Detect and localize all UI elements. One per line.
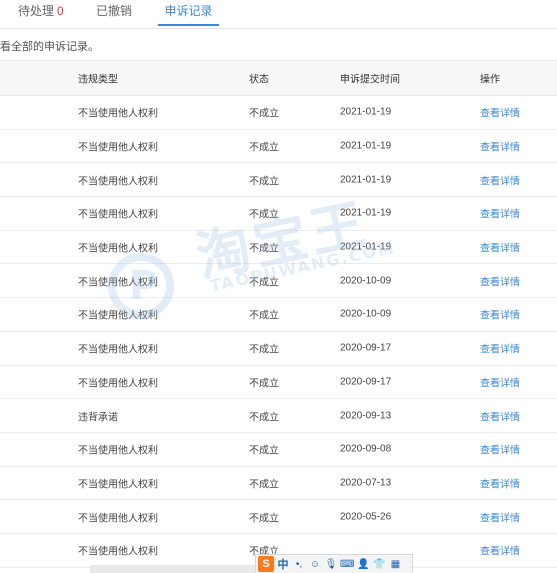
table-row: 违背承诺 不成立 2020-09-13 查看详情	[0, 399, 557, 433]
tab-revoked-label: 已撤销	[96, 4, 133, 18]
table-row: 不当使用他人权利 不成立 2020-05-26 查看详情	[0, 500, 557, 534]
status-cell: 不成立	[249, 176, 279, 188]
submit-time-cell: 2021-01-19	[340, 241, 392, 253]
submit-time-cell: 2020-10-09	[340, 308, 392, 320]
submit-time-cell: 2020-10-09	[340, 275, 392, 287]
table-row: 不当使用他人权利 不成立 2021-01-19 查看详情	[0, 163, 557, 198]
violation-type-cell: 不当使用他人权利	[78, 344, 158, 356]
violation-type-cell: 不当使用他人权利	[78, 108, 158, 120]
view-details-link[interactable]: 查看详情	[480, 206, 520, 221]
header-status: 状态	[249, 74, 269, 86]
view-details-link[interactable]: 查看详情	[480, 374, 520, 389]
view-details-link[interactable]: 查看详情	[480, 341, 520, 356]
user-icon[interactable]: 👤	[356, 556, 370, 572]
submit-time-cell: 2020-09-17	[340, 342, 392, 354]
status-cell: 不成立	[249, 513, 279, 525]
view-details-link[interactable]: 查看详情	[480, 105, 520, 120]
header-submit-time: 申诉提交时间	[340, 74, 400, 86]
view-details-link[interactable]: 查看详情	[480, 273, 520, 288]
records-hint: 看全部的申诉记录。	[0, 41, 99, 53]
table-row: 不当使用他人权利 不成立 2021-01-19 查看详情	[0, 130, 557, 164]
violation-type-cell: 不当使用他人权利	[78, 310, 158, 322]
ime-toolbar: S 中 •, ☺ 🎙 ⌨ 👤 👕 ▦	[255, 554, 413, 573]
punctuation-icon[interactable]: •,	[292, 556, 306, 572]
violation-type-cell: 不当使用他人权利	[78, 546, 158, 558]
tab-pending-label: 待处理	[18, 4, 55, 18]
tab-pending[interactable]: 待处理 0	[18, 4, 64, 18]
violation-type-cell: 不当使用他人权利	[78, 378, 158, 390]
view-details-link[interactable]: 查看详情	[480, 172, 520, 187]
violation-type-cell: 不当使用他人权利	[78, 176, 158, 188]
apps-icon[interactable]: ▦	[388, 556, 402, 572]
table-row: 不当使用他人权利 不成立 2020-07-13 查看详情	[0, 467, 557, 501]
submit-time-cell: 2020-09-13	[340, 410, 392, 422]
table-row: 不当使用他人权利 不成立 2020-10-09 查看详情	[0, 298, 557, 332]
violation-type-cell: 不当使用他人权利	[78, 243, 158, 255]
keyboard-icon[interactable]: ⌨	[340, 556, 354, 572]
microphone-icon[interactable]: 🎙	[324, 556, 338, 572]
submit-time-cell: 2020-05-26	[340, 511, 392, 523]
view-details-link[interactable]: 查看详情	[480, 139, 520, 154]
violation-type-cell: 不当使用他人权利	[78, 479, 158, 491]
view-details-link[interactable]: 查看详情	[480, 408, 520, 423]
status-cell: 不成立	[249, 479, 279, 491]
view-details-link[interactable]: 查看详情	[480, 240, 520, 255]
table-body: 不当使用他人权利 不成立 2021-01-19 查看详情 不当使用他人权利 不成立 2021…	[0, 96, 557, 568]
violation-type-cell: 违背承诺	[78, 412, 118, 424]
submit-time-cell: 2020-09-17	[340, 376, 392, 388]
table-row: 不当使用他人权利 不成立 2021-01-19 查看详情	[0, 197, 557, 231]
status-cell: 不成立	[249, 243, 279, 255]
status-cell: 不成立	[249, 310, 279, 322]
view-details-link[interactable]: 查看详情	[480, 543, 520, 558]
table-row: 不当使用他人权利 不成立 2020-10-09 查看详情	[0, 264, 557, 299]
view-details-link[interactable]: 查看详情	[480, 307, 520, 322]
submit-time-cell: 2020-09-08	[340, 443, 392, 455]
submit-time-cell: 2021-01-19	[340, 174, 392, 186]
ime-logo-icon[interactable]: S	[258, 556, 274, 572]
violation-type-cell: 不当使用他人权利	[78, 445, 158, 457]
table-row: 不当使用他人权利 不成立 2020-09-08 查看详情	[0, 433, 557, 467]
status-cell: 不成立	[249, 378, 279, 390]
submit-time-cell: 2021-01-19	[340, 207, 392, 219]
tab-revoked[interactable]: 已撤销	[96, 4, 132, 18]
table-row: 不当使用他人权利 不成立 2021-01-19 查看详情	[0, 96, 557, 130]
ime-lang-toggle[interactable]: 中	[276, 556, 290, 572]
status-cell: 不成立	[249, 344, 279, 356]
active-tab-indicator	[158, 24, 219, 26]
status-cell: 不成立	[249, 445, 279, 457]
violation-type-cell: 不当使用他人权利	[78, 277, 158, 289]
status-cell: 不成立	[249, 412, 279, 424]
tab-appeal-records-label: 申诉记录	[164, 4, 213, 18]
table-row: 不当使用他人权利 不成立 2020-09-17 查看详情	[0, 332, 557, 366]
status-cell: 不成立	[249, 142, 279, 154]
submit-time-cell: 2021-01-19	[340, 140, 392, 152]
table-header: 违规类型 状态 申诉提交时间 操作	[0, 60, 557, 96]
emoji-icon[interactable]: ☺	[308, 556, 322, 572]
view-details-link[interactable]: 查看详情	[480, 509, 520, 524]
taskbar-strip	[90, 565, 255, 573]
skin-icon[interactable]: 👕	[372, 556, 386, 572]
status-cell: 不成立	[249, 277, 279, 289]
view-details-link[interactable]: 查看详情	[480, 442, 520, 457]
tab-appeal-records[interactable]: 申诉记录	[158, 4, 219, 18]
table-row: 不当使用他人权利 不成立 2021-01-19 查看详情	[0, 231, 557, 265]
submit-time-cell: 2020-07-13	[340, 477, 392, 489]
status-cell: 不成立	[249, 108, 279, 120]
submit-time-cell: 2021-01-19	[340, 106, 392, 118]
header-operation: 操作	[480, 74, 500, 86]
table-row: 不当使用他人权利 不成立 2020-09-17 查看详情	[0, 366, 557, 400]
appeal-records-table: 违规类型 状态 申诉提交时间 操作 不当使用他人权利 不成立 2021-01-19 查…	[0, 60, 557, 568]
tab-bar: 待处理 0 已撤销 申诉记录	[0, 0, 557, 29]
violation-type-cell: 不当使用他人权利	[78, 142, 158, 154]
pending-count-badge: 0	[57, 4, 64, 18]
header-violation-type: 违规类型	[78, 74, 118, 86]
violation-type-cell: 不当使用他人权利	[78, 209, 158, 221]
view-details-link[interactable]: 查看详情	[480, 475, 520, 490]
status-cell: 不成立	[249, 209, 279, 221]
violation-type-cell: 不当使用他人权利	[78, 513, 158, 525]
